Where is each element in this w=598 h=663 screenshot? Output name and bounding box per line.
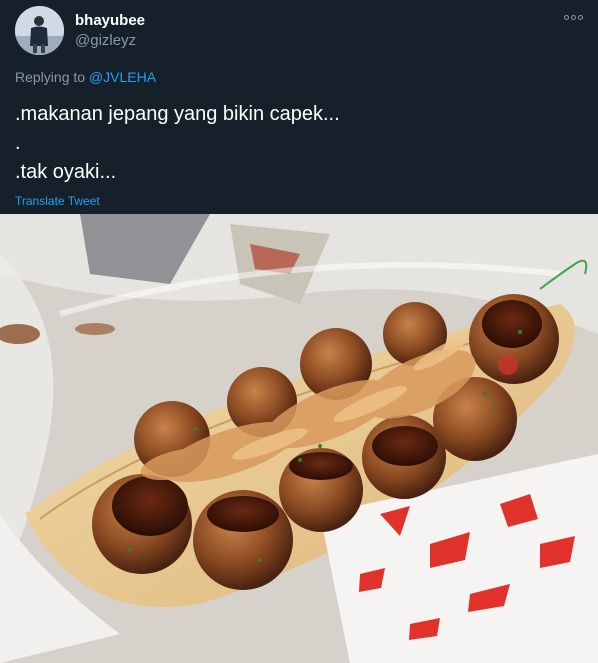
tweet-line: .makanan jepang yang bikin capek... — [15, 103, 340, 125]
tweet-header: bhayubee @gizleyz — [15, 6, 583, 58]
translate-tweet-link[interactable]: Translate Tweet — [15, 194, 100, 208]
tweet-photo[interactable] — [0, 214, 598, 663]
more-options-icon[interactable] — [563, 10, 583, 24]
replying-to-link[interactable]: @JVLEHA — [89, 69, 156, 85]
user-handle[interactable]: @gizleyz — [75, 32, 136, 49]
tweet-line: . — [15, 132, 21, 154]
replying-to: Replying to @JVLEHA — [15, 69, 156, 85]
tweet-text: .makanan jepang yang bikin capek... . .t… — [15, 100, 575, 187]
avatar[interactable] — [15, 6, 64, 55]
tweet-line: .tak oyaki... — [15, 161, 117, 183]
display-name[interactable]: bhayubee — [75, 12, 145, 29]
replying-prefix: Replying to — [15, 69, 86, 85]
takoyaki-photo-illustration — [0, 214, 598, 663]
avatar-image — [15, 6, 64, 55]
